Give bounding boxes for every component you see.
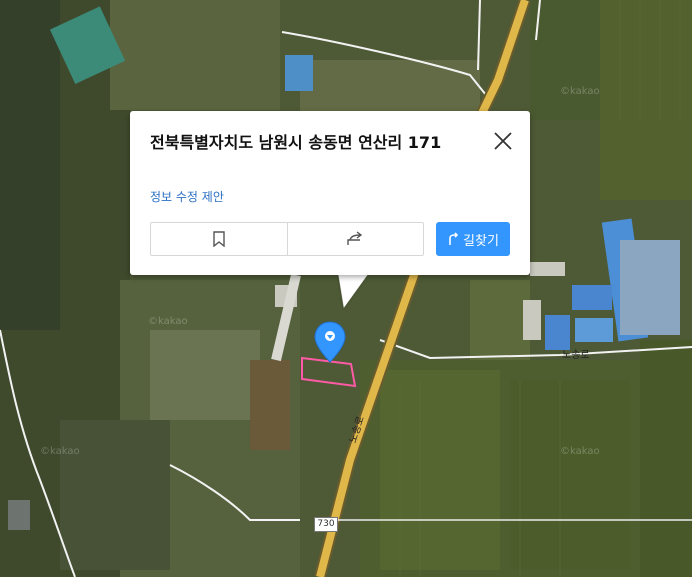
bookmark-icon — [213, 231, 225, 247]
road-number-shield: 730 — [314, 517, 338, 532]
edit-suggestion-link[interactable]: 정보 수정 제안 — [150, 188, 224, 205]
road-label: 노송로 — [562, 350, 590, 361]
map-watermark: ©kakao — [148, 316, 188, 327]
map-watermark: ©kakao — [40, 446, 80, 457]
close-icon[interactable] — [492, 130, 514, 152]
map-watermark: ©kakao — [560, 446, 600, 457]
map-watermark: ©kakao — [560, 86, 600, 97]
place-info-popup: 전북특별자치도 남원시 송동면 연산리 171 정보 수정 제안 길찾기 — [130, 111, 530, 275]
popup-action-group — [150, 222, 424, 256]
share-icon — [347, 231, 363, 245]
bookmark-button[interactable] — [151, 223, 287, 255]
route-icon — [449, 232, 459, 245]
share-button[interactable] — [286, 223, 424, 255]
route-button-label: 길찾기 — [463, 233, 499, 249]
route-button[interactable]: 길찾기 — [436, 222, 510, 256]
popup-address: 전북특별자치도 남원시 송동면 연산리 171 — [150, 133, 442, 152]
